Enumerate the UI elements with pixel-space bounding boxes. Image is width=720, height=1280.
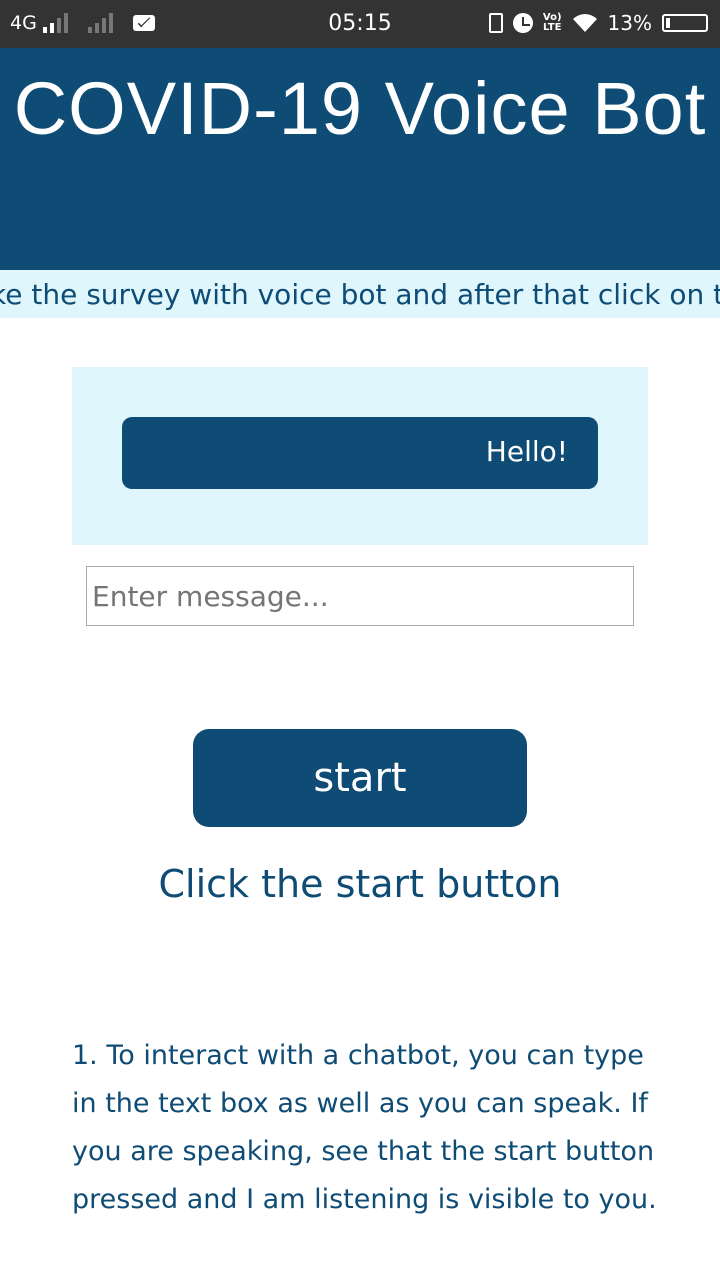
status-bar: 4G 05:15 Vo) LTE 13%	[0, 0, 720, 48]
app-header: COVID-19 Voice Bot	[0, 48, 720, 270]
bot-message-bubble: Hello!	[122, 417, 598, 489]
alarm-icon	[512, 13, 533, 33]
vibrate-icon	[488, 13, 503, 33]
message-input[interactable]	[86, 566, 634, 626]
marquee-banner: ke the survey with voice bot and after t…	[0, 270, 720, 318]
status-right: Vo) LTE 13%	[488, 11, 708, 35]
status-hint: Click the start button	[158, 862, 562, 906]
battery-percent: 13%	[607, 11, 652, 35]
volte-icon: Vo) LTE	[542, 12, 562, 33]
wifi-icon	[572, 14, 597, 32]
chat-window: Hello!	[72, 367, 648, 545]
instructions-text: 1. To interact with a chatbot, you can t…	[72, 1040, 657, 1215]
start-button[interactable]: start	[193, 729, 527, 827]
marquee-text: ke the survey with voice bot and after t…	[0, 278, 720, 311]
battery-icon	[662, 14, 708, 32]
page-title: COVID-19 Voice Bot	[13, 67, 707, 150]
